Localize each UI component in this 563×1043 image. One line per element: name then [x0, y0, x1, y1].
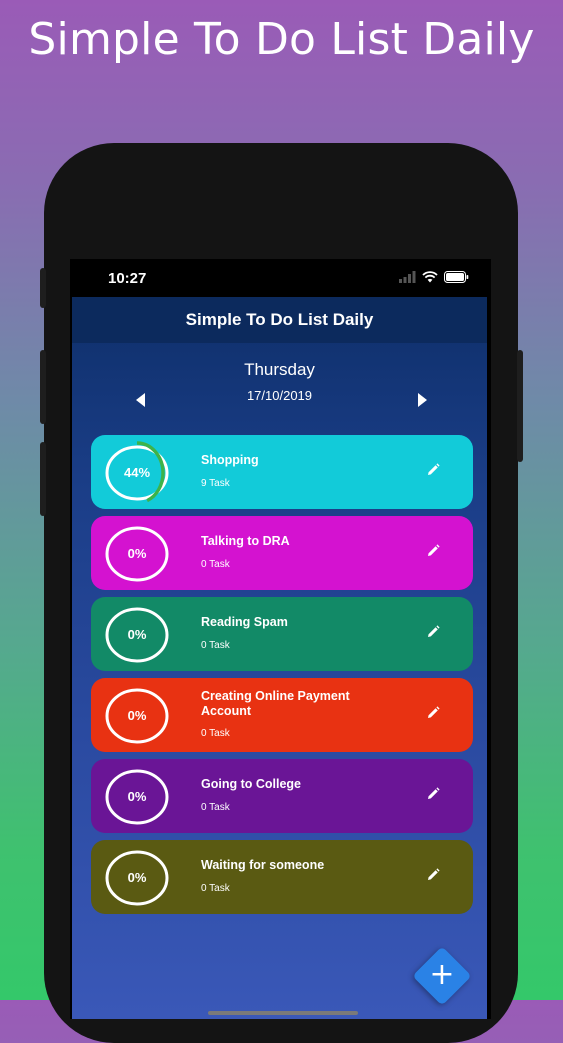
- list-title: Going to College: [201, 777, 301, 791]
- promo-title: Simple To Do List Daily: [28, 14, 535, 65]
- add-icon: +: [429, 957, 455, 992]
- edit-icon[interactable]: [425, 462, 441, 478]
- phone-side-button: [517, 350, 523, 462]
- list-title: Waiting for someone: [201, 858, 325, 872]
- phone-side-button: [40, 268, 46, 308]
- status-bar: 10:27: [70, 259, 491, 299]
- phone-side-button: [40, 350, 46, 424]
- progress-percent: 0%: [127, 546, 147, 561]
- status-time: 10:27: [108, 270, 147, 287]
- progress-percent: 0%: [127, 627, 147, 642]
- task-list-card[interactable]: 0% Going to College 0 Task: [91, 759, 473, 833]
- progress-ring: 0%: [104, 526, 169, 582]
- list-task-count: 0 Task: [201, 883, 230, 894]
- list-task-count: 0 Task: [201, 559, 230, 570]
- task-list-card[interactable]: 0% Reading Spam 0 Task: [91, 597, 473, 671]
- progress-ring: 0%: [104, 769, 169, 825]
- wifi-icon: [422, 271, 438, 283]
- edit-icon[interactable]: [425, 705, 441, 721]
- list-title: Creating Online Payment Account: [201, 689, 350, 718]
- progress-percent: 0%: [127, 870, 147, 885]
- battery-icon: [444, 271, 469, 283]
- progress-percent: 0%: [127, 708, 147, 723]
- list-task-count: 0 Task: [201, 728, 230, 739]
- edit-icon[interactable]: [425, 624, 441, 640]
- list-title: Shopping: [201, 453, 259, 467]
- task-list: 44% Shopping 9 Task 0% Talking to DRA 0 Task 0…: [91, 435, 473, 921]
- task-list-card[interactable]: 44% Shopping 9 Task: [91, 435, 473, 509]
- app-header-title: Simple To Do List Daily: [72, 297, 487, 343]
- add-list-button[interactable]: +: [412, 946, 472, 1006]
- next-day-icon[interactable]: [417, 393, 427, 407]
- progress-ring: 0%: [104, 688, 169, 744]
- progress-percent: 0%: [127, 789, 147, 804]
- progress-ring: 44%: [104, 441, 169, 505]
- phone-screen: 10:27 Simple To Do List Daily Thursday 1…: [70, 259, 491, 1019]
- task-list-card[interactable]: 0% Talking to DRA 0 Task: [91, 516, 473, 590]
- list-title: Reading Spam: [201, 615, 288, 629]
- phone-side-button: [40, 442, 46, 516]
- task-list-card[interactable]: 0% Waiting for someone 0 Task: [91, 840, 473, 914]
- list-task-count: 0 Task: [201, 640, 230, 651]
- progress-ring: 0%: [104, 607, 169, 663]
- progress-percent: 44%: [123, 465, 151, 480]
- task-list-card[interactable]: 0% Creating Online Payment Account 0 Task: [91, 678, 473, 752]
- signal-icon: [399, 271, 416, 283]
- list-title: Talking to DRA: [201, 534, 290, 548]
- progress-ring: 0%: [104, 850, 169, 906]
- home-indicator[interactable]: [208, 1011, 358, 1015]
- edit-icon[interactable]: [425, 543, 441, 559]
- list-task-count: 0 Task: [201, 802, 230, 813]
- list-task-count: 9 Task: [201, 478, 230, 489]
- edit-icon[interactable]: [425, 867, 441, 883]
- app-content: Simple To Do List Daily Thursday 17/10/2…: [72, 297, 487, 1019]
- day-label: Thursday: [244, 360, 315, 379]
- edit-icon[interactable]: [425, 786, 441, 802]
